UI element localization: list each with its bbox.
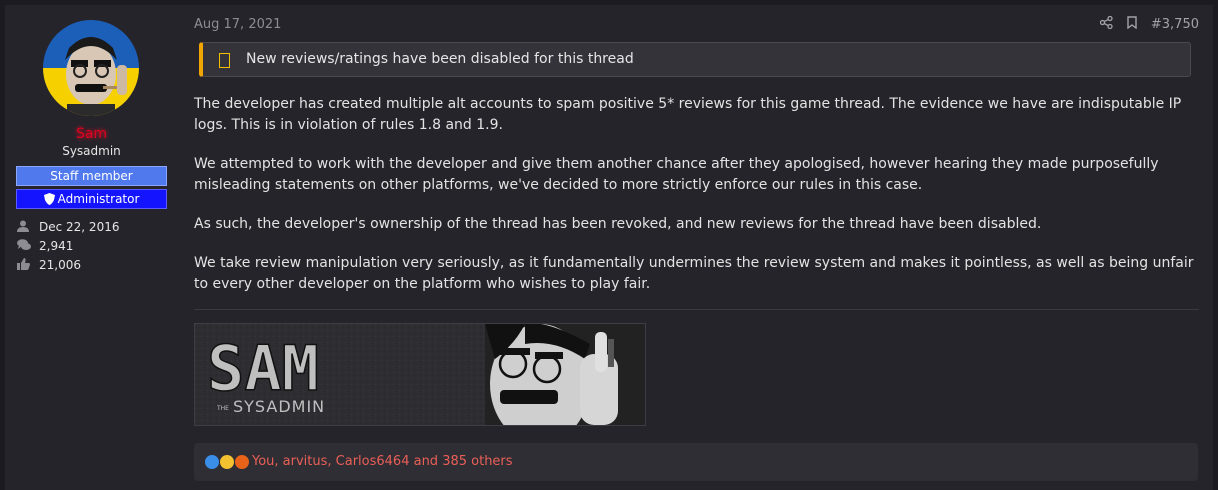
post-paragraph: The developer has created multiple alt a… (194, 96, 1182, 133)
admin-banner: Administrator (16, 189, 167, 209)
admin-banner-label: Administrator (57, 192, 140, 206)
post-paragraph: We attempted to work with the developer … (194, 156, 1159, 193)
user-title: Sysadmin (62, 144, 121, 158)
haha-reaction-icon[interactable] (219, 454, 235, 470)
stat-reactions: 21,006 (17, 256, 81, 274)
notice-text: New reviews/ratings have been disabled f… (246, 51, 634, 67)
signature-sam-text: SAM (207, 332, 319, 405)
post-main: Aug 17, 2021 #3,750 New reviews/ratings … (178, 5, 1213, 490)
post-paragraph: We take review manipulation very serious… (194, 255, 1194, 292)
username[interactable]: Sam (5, 126, 178, 142)
signature-divider (194, 309, 1199, 310)
forum-post: Sam Sysadmin Staff member Administrator … (0, 0, 1218, 490)
angry-reaction-icon[interactable] (234, 454, 250, 470)
reaction-icons (204, 454, 250, 470)
signature-banner: SAM THE SYSADMIN (194, 323, 646, 426)
stat-joined-value: Dec 22, 2016 (39, 220, 120, 234)
signature-the-text: THE (216, 405, 229, 412)
post-body: The developer has created multiple alt a… (194, 94, 1199, 313)
like-reaction-icon[interactable] (204, 454, 220, 470)
user-sidebar: Sam Sysadmin Staff member Administrator … (5, 5, 178, 490)
stat-messages: 2,941 (17, 237, 73, 255)
user-icon (17, 219, 31, 237)
stat-reactions-value: 21,006 (39, 258, 81, 272)
stat-messages-value: 2,941 (39, 239, 74, 253)
post-actions: #3,750 (1099, 15, 1199, 33)
signature-sysadmin-text: SYSADMIN (233, 397, 325, 416)
bookmark-icon[interactable] (1127, 16, 1137, 33)
stat-joined: Dec 22, 2016 (17, 218, 119, 236)
shield-icon (43, 193, 55, 205)
reactions-bar[interactable]: You, arvitus, Carlos6464 and 385 others (194, 443, 1198, 481)
staff-banner: Staff member (16, 166, 167, 186)
share-icon[interactable] (1099, 15, 1113, 33)
thumbs-up-icon (17, 257, 31, 275)
reaction-list[interactable]: You, arvitus, Carlos6464 and 385 others (252, 454, 513, 469)
avatar[interactable] (43, 20, 139, 116)
warning-icon (219, 53, 230, 68)
post-number[interactable]: #3,750 (1151, 17, 1199, 32)
messages-icon (17, 238, 31, 256)
post-date[interactable]: Aug 17, 2021 (194, 17, 281, 32)
post-paragraph: As such, the developer's ownership of th… (194, 216, 1042, 232)
thread-notice: New reviews/ratings have been disabled f… (199, 42, 1191, 77)
